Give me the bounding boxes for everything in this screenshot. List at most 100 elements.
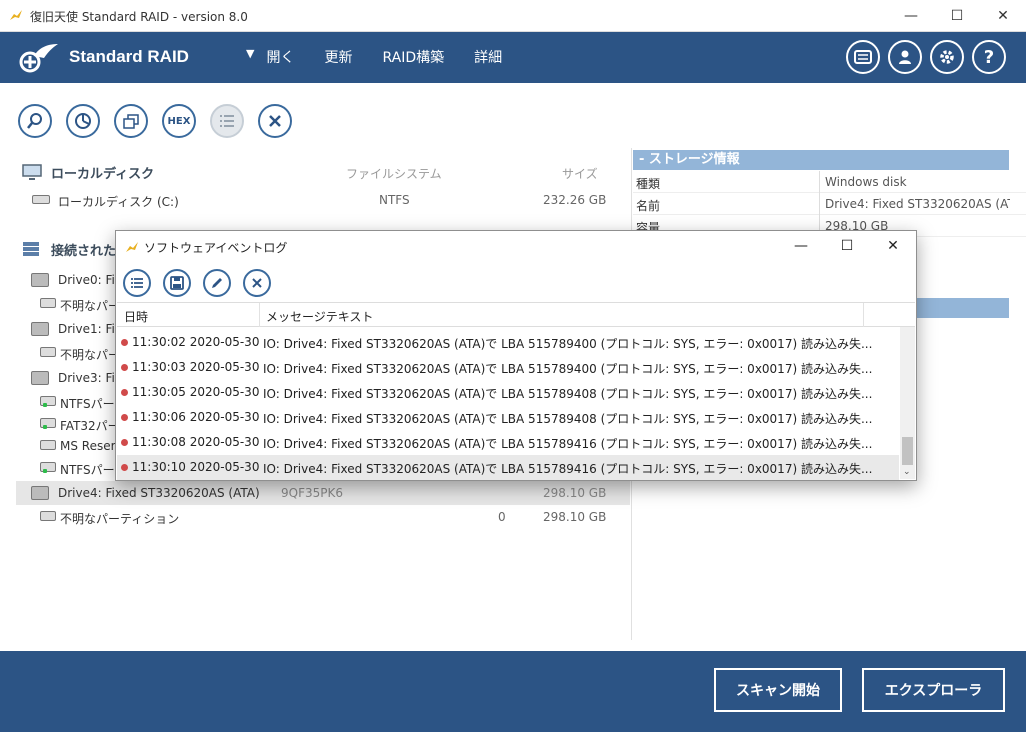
log-clear-button[interactable] [243,269,271,297]
start-scan-button[interactable]: スキャン開始 [714,668,842,712]
error-dot-icon [121,364,128,371]
column-message[interactable]: メッセージテキスト [266,308,373,325]
partition-chart-button[interactable] [66,104,100,138]
minimize-button[interactable]: — [888,0,934,32]
log-row[interactable]: 11:30:06 2020-05-30 IO: Drive4: Fixed ST… [117,405,899,430]
log-row[interactable]: 11:30:05 2020-05-30 IO: Drive4: Fixed ST… [117,380,899,405]
close-icon [269,115,281,127]
log-time: 11:30:03 2020-05-30 [132,360,260,374]
error-dot-icon [121,439,128,446]
main-menu: ▼ 開く 更新 RAID構築 詳細 [246,47,532,67]
column-size: サイズ [562,167,598,181]
log-message: IO: Drive4: Fixed ST3320620AS (ATA)で LBA… [263,462,873,476]
menu-raid-build[interactable]: RAID構築 [382,47,444,67]
prop-row: 種類 Windows disk [633,171,1026,193]
close-tool-button[interactable] [258,104,292,138]
settings-button[interactable] [930,40,964,74]
dialog-minimize-button[interactable]: — [778,231,824,261]
error-dot-icon [121,389,128,396]
local-disk-header: ローカルディスク [51,167,155,182]
list-icon [220,115,234,127]
log-save-button[interactable] [163,269,191,297]
drive4-partition-name: 不明なパーティション [60,512,180,526]
tree-item-label: 不明なパー [60,299,121,313]
tree-item-label: NTFSパー [60,397,115,411]
hex-icon: HEX [167,115,191,127]
user-icon [899,50,911,64]
log-row[interactable]: 11:30:03 2020-05-30 IO: Drive4: Fixed ST… [117,355,899,380]
close-window-button[interactable]: ✕ [980,0,1026,32]
scrollbar-thumb[interactable] [902,437,913,465]
dialog-maximize-button[interactable]: ☐ [824,231,870,261]
maximize-button[interactable]: ☐ [934,0,980,32]
log-button[interactable] [846,40,880,74]
log-row[interactable]: 11:30:10 2020-05-30 IO: Drive4: Fixed ST… [117,455,899,480]
partition-icon [40,462,56,473]
partition-icon [40,347,56,357]
log-scrollbar[interactable]: ⌄ [900,327,915,479]
log-time: 11:30:08 2020-05-30 [132,435,260,449]
disk-icon [32,195,50,204]
menu-details[interactable]: 詳細 [474,47,502,67]
explorer-button[interactable]: エクスプローラ [862,668,1005,712]
search-button[interactable] [18,104,52,138]
prop-key: 種類 [636,177,661,191]
log-edit-button[interactable] [203,269,231,297]
close-icon [252,278,262,288]
log-list-button[interactable] [123,269,151,297]
footer-bar: スキャン開始 エクスプローラ [0,651,1026,732]
drive4-row[interactable]: Drive4: Fixed ST3320620AS (ATA) 9QF35PK6… [16,481,630,505]
log-time: 11:30:06 2020-05-30 [132,410,260,424]
copy-button[interactable] [114,104,148,138]
pie-chart-icon [75,113,91,129]
account-button[interactable] [888,40,922,74]
log-message: IO: Drive4: Fixed ST3320620AS (ATA)で LBA… [263,362,873,376]
local-disk-size: 232.26 GB [543,193,607,207]
app-wing-icon [10,10,22,20]
list-button[interactable] [210,104,244,138]
log-message: IO: Drive4: Fixed ST3320620AS (ATA)で LBA… [263,387,873,401]
partition-icon [40,511,56,521]
column-time[interactable]: 日時 [124,308,148,325]
scroll-down-icon[interactable]: ⌄ [903,467,911,477]
drive4-size: 298.10 GB [543,486,607,500]
log-message: IO: Drive4: Fixed ST3320620AS (ATA)で LBA… [263,437,873,451]
menu-refresh[interactable]: 更新 [324,47,352,67]
save-icon [170,276,184,290]
hex-button[interactable]: HEX [162,104,196,138]
tree-item-label: FAT32パー [60,419,120,433]
storage-info-header[interactable]: - ストレージ情報 [633,150,1009,170]
column-filesystem: ファイルシステム [346,167,442,181]
connected-disks-header: 接続された [51,244,117,259]
dialog-close-button[interactable]: ✕ [870,231,916,261]
log-time: 11:30:05 2020-05-30 [132,385,260,399]
local-disk-row[interactable]: ローカルディスク (C:) NTFS 232.26 GB [16,188,630,212]
window-title: 復旧天使 Standard RAID - version 8.0 [30,10,248,24]
drive4-partition-row[interactable]: 不明なパーティション 0 298.10 GB [16,505,630,529]
error-dot-icon [121,414,128,421]
tree-item-label: Drive3: Fi [58,371,115,385]
list-icon [131,278,143,288]
drives-icon [23,242,39,256]
dialog-titlebar[interactable]: ソフトウェアイベントログ [124,239,287,256]
menu-arrow-icon[interactable]: ▼ [246,47,254,67]
title-bar: 復旧天使 Standard RAID - version 8.0 — ☐ ✕ [0,0,1026,32]
prop-key: 名前 [636,199,661,213]
drive4-name: Drive4: Fixed ST3320620AS (ATA) [58,486,260,500]
hdd-icon [31,486,49,500]
menu-open[interactable]: 開く [266,47,294,67]
pencil-icon [212,278,222,288]
help-button[interactable]: ? [972,40,1006,74]
error-dot-icon [121,464,128,471]
log-row[interactable]: 11:30:02 2020-05-30 IO: Drive4: Fixed ST… [117,330,899,355]
toolbar: HEX [0,83,1026,153]
log-row[interactable]: 11:30:08 2020-05-30 IO: Drive4: Fixed ST… [117,430,899,455]
partition-icon [40,396,56,407]
partition-icon [40,418,56,429]
app-header: Standard RAID ▼ 開く 更新 RAID構築 詳細 ? [0,32,1026,83]
drive4-partition-size: 298.10 GB [543,510,607,524]
tree-item-label: Drive0: Fi [58,273,115,287]
hdd-icon [31,322,49,336]
local-disk-name: ローカルディスク (C:) [58,195,179,209]
partition-icon [40,440,56,450]
